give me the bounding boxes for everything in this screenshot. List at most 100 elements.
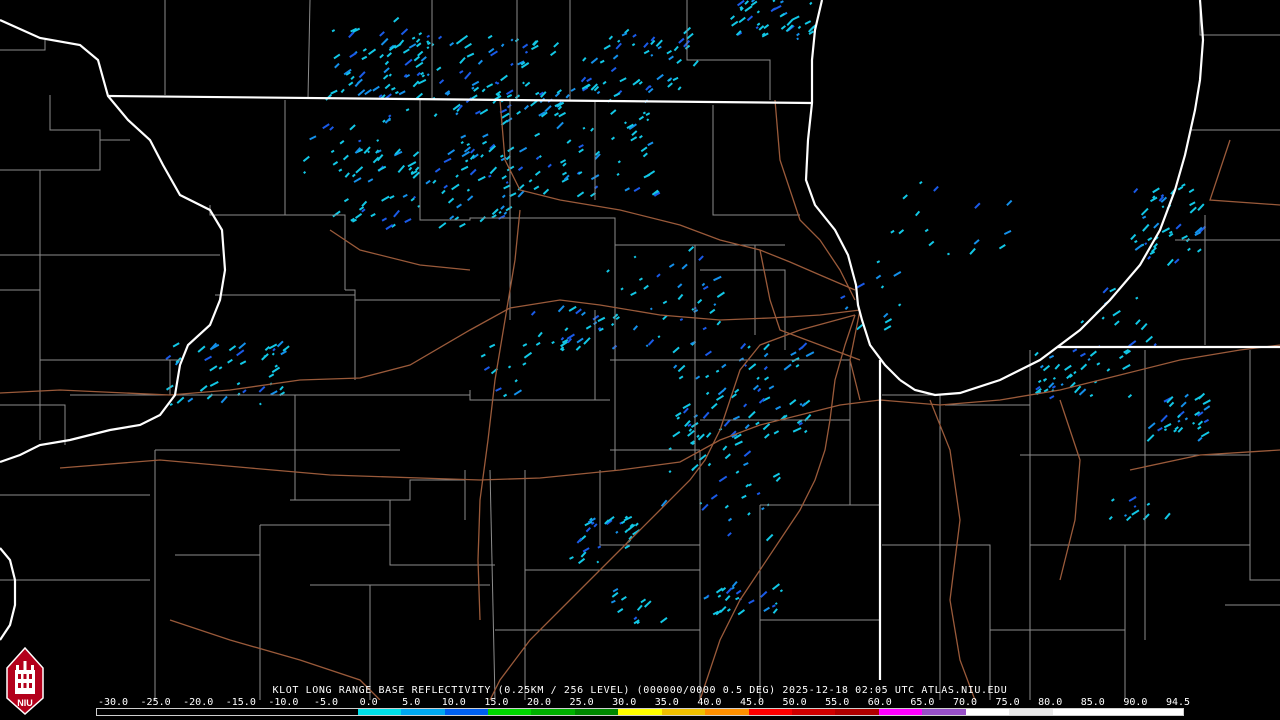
echo-pixel [630,136,638,142]
county-line [1249,350,1280,581]
echo-pixel [632,79,641,86]
echo-pixel [1003,229,1012,235]
echo-pixel [1163,428,1168,432]
echo-pixel [1114,320,1120,326]
echo-pixel [578,144,584,149]
echo-pixel [747,345,751,349]
echo-pixel [727,517,733,522]
highway-route [774,99,856,301]
state-border-mississippi-south [0,547,17,641]
echo-pixel [209,365,218,372]
echo-pixel [1147,237,1153,242]
echo-pixel [1180,401,1187,408]
echo-pixel [330,89,338,95]
echo-pixel [501,194,506,199]
echo-pixel [746,15,754,22]
echo-pixel [1203,405,1211,411]
echo-pixel [743,403,748,408]
echo-pixel [376,139,380,142]
echo-pixel [357,89,366,97]
echo-pixel [621,32,628,37]
colorbar-segment [401,709,445,715]
colorbar-segment [270,709,315,715]
echo-pixel [809,1,813,6]
echo-pixel [1168,232,1174,238]
echo-pixel [1135,296,1139,300]
echo-pixel [844,306,849,310]
echo-pixel [1197,248,1202,253]
echo-pixel [718,475,728,483]
echo-pixel [259,402,262,406]
echo-pixel [576,337,584,344]
echo-pixel [1146,502,1151,506]
echo-pixel [596,560,600,564]
echo-pixel [933,185,939,192]
county-line [712,105,800,216]
echo-pixel [550,50,557,57]
echo-pixel [1184,393,1189,398]
echo-pixel [523,104,530,110]
echo-pixel [727,532,732,537]
echo-pixel [258,385,266,393]
echo-pixel [1187,247,1191,252]
echo-pixel [673,45,679,52]
echo-pixel [1184,417,1189,421]
echo-pixel [610,109,617,116]
echo-pixel [597,545,602,549]
echo-pixel [642,111,646,115]
echo-pixel [632,33,637,38]
echo-pixel [657,45,662,50]
echo-pixel [443,184,448,189]
echo-pixel [1189,201,1196,207]
echo-pixel [643,173,651,179]
echo-pixel [1177,419,1181,423]
echo-pixel [355,213,363,219]
echo-pixel [643,42,649,48]
echo-pixel [477,59,483,65]
echo-pixel [642,152,648,158]
echo-pixel [513,389,523,396]
echo-pixel [522,81,525,85]
echo-pixel [1109,287,1117,293]
echo-pixel [451,183,460,191]
county-line [290,479,465,501]
echo-pixel [668,55,674,61]
echo-pixel [500,205,505,210]
county-line [0,40,46,51]
echo-pixel [715,369,720,373]
echo-pixel [460,165,469,171]
echo-pixel [660,617,668,624]
echo-pixel [236,349,245,357]
echo-pixel [405,108,410,112]
echo-pixel [242,389,247,394]
echo-pixel [638,115,645,121]
echo-pixel [710,494,718,500]
echo-pixel [748,363,757,371]
echo-pixel [238,342,247,350]
echo-pixel [342,154,349,161]
echo-pixel [1080,352,1086,358]
echo-pixel [717,389,724,396]
echo-pixel [672,431,681,438]
echo-pixel [1173,258,1180,264]
echo-pixel [482,140,488,145]
echo-pixel [797,25,802,30]
echo-pixel [1042,364,1051,372]
county-boundaries [0,0,1280,700]
echo-pixel [489,343,496,349]
echo-pixel [411,36,416,40]
echo-pixel [779,589,783,593]
echo-pixel [459,56,466,64]
colorbar-segment [227,709,271,715]
echo-pixel [384,83,391,90]
echo-pixel [758,25,765,31]
colorbar-segment [878,709,923,715]
colorbar-segment [531,709,575,715]
echo-pixel [464,42,472,49]
echo-pixel [535,341,541,346]
echo-pixel [471,80,480,87]
echo-pixel [681,263,688,270]
echo-pixel [702,326,707,331]
echo-pixel [1111,498,1115,502]
echo-pixel [415,38,421,43]
